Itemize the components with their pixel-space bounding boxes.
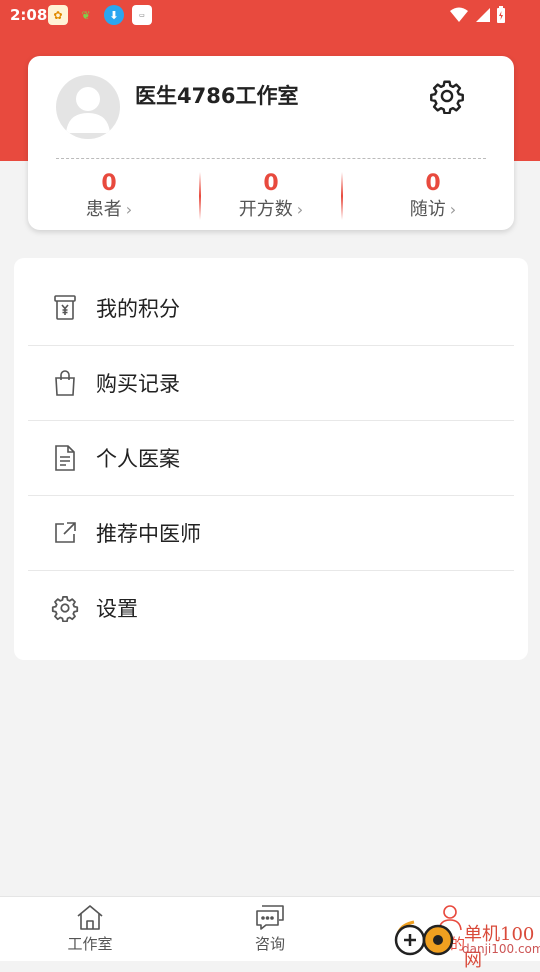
gear-icon [50, 593, 80, 623]
shopping-bag-icon [50, 368, 80, 398]
download-icon: ⬇ [104, 5, 124, 25]
stat-value: 0 [263, 171, 279, 196]
menu-label: 购买记录 [96, 371, 180, 396]
studio-name: 医生4786工作室 [135, 84, 299, 108]
menu-label: 推荐中医师 [96, 521, 201, 546]
menu-card: 我的积分 购买记录 个人医案 推荐中医师 设置 [14, 258, 528, 660]
document-icon [50, 443, 80, 473]
battery-icon [497, 6, 505, 23]
avatar-placeholder-icon [66, 87, 110, 133]
chat-icon [256, 905, 284, 930]
menu-label: 个人医案 [96, 446, 180, 471]
notification-icons: ✿ ❦ ⬇ ▭ [48, 5, 152, 25]
stat-label: 随访 [409, 199, 446, 220]
stat-value: 0 [101, 171, 117, 196]
share-icon [50, 518, 80, 548]
stat-value: 0 [425, 171, 441, 196]
watermark-logo-icon [394, 920, 454, 956]
tab-consult[interactable]: 咨询 [180, 897, 360, 961]
watermark: 单机100网 danji100.com [392, 916, 540, 971]
app-icon-1: ✿ [48, 5, 68, 25]
status-bar: 2:08 ✿ ❦ ⬇ ▭ [0, 0, 540, 32]
menu-label: 设置 [96, 596, 138, 621]
gear-icon [430, 80, 464, 114]
avatar[interactable] [56, 75, 120, 139]
menu-label: 我的积分 [96, 296, 180, 321]
app-icon-4: ▭ [132, 5, 152, 25]
stat-divider [341, 172, 343, 220]
stat-label: 开方数 [238, 199, 293, 220]
wifi-icon [450, 7, 468, 22]
chevron-right-icon: › [125, 200, 133, 219]
stat-prescriptions[interactable]: 0 开方数 › [190, 168, 352, 226]
stat-patients[interactable]: 0 患者 › [28, 168, 190, 226]
stat-followups[interactable]: 0 随访 › [352, 168, 514, 226]
tab-label: 工作室 [67, 935, 113, 953]
menu-item-medical-cases[interactable]: 个人医案 [14, 420, 528, 495]
signal-icon [476, 8, 490, 22]
stat-label: 患者 [85, 199, 122, 220]
menu-item-recommend-doctor[interactable]: 推荐中医师 [14, 495, 528, 570]
settings-button[interactable] [428, 77, 466, 115]
profile-card: 医生4786工作室 0 患者 › 0 开方数 › 0 随访 › [28, 56, 514, 230]
menu-item-settings[interactable]: 设置 [14, 570, 528, 645]
divider [56, 158, 486, 159]
menu-item-points[interactable]: 我的积分 [14, 270, 528, 345]
system-icons [450, 6, 506, 24]
tab-label: 咨询 [254, 935, 285, 953]
menu-item-purchase-history[interactable]: 购买记录 [14, 345, 528, 420]
watermark-url: danji100.com [462, 942, 540, 956]
stats-row: 0 患者 › 0 开方数 › 0 随访 › [28, 168, 514, 226]
tab-studio[interactable]: 工作室 [0, 897, 180, 961]
chevron-right-icon: › [296, 200, 304, 219]
status-time: 2:08 [10, 6, 48, 24]
points-icon [50, 293, 80, 323]
home-icon [77, 905, 103, 930]
app-icon-2: ❦ [81, 8, 91, 22]
chevron-right-icon: › [449, 200, 457, 219]
